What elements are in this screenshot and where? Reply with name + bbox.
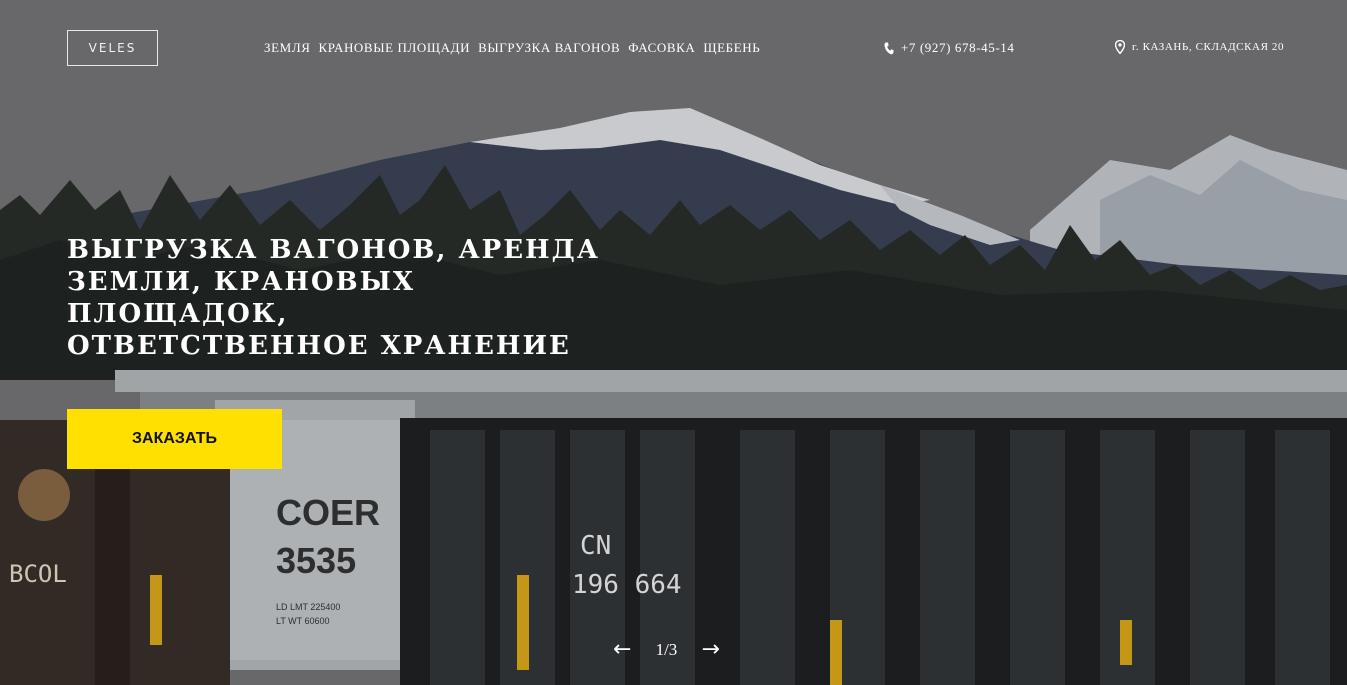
phone-number: +7 (927) 678-45-14 — [901, 40, 1015, 55]
arrow-right-icon[interactable]: → — [701, 638, 719, 662]
logo-text: VELES — [88, 41, 137, 55]
address-contact: г. КАЗАНЬ, СКЛАДСКАЯ 20 — [1115, 40, 1284, 54]
phone-icon — [884, 42, 894, 55]
car-marking-number: 3535 — [276, 540, 357, 581]
hero-headline: ВЫГРУЗКА ВАГОНОВ, АРЕНДА ЗЕМЛИ, КРАНОВЫХ… — [67, 234, 627, 362]
arrow-left-icon[interactable]: ← — [613, 638, 631, 662]
nav-item-wagon-unloading[interactable]: ВЫГРУЗКА ВАГОНОВ — [478, 40, 620, 56]
address-text: г. КАЗАНЬ, СКЛАДСКАЯ 20 — [1132, 41, 1285, 53]
phone-contact[interactable]: +7 (927) 678-45-14 — [884, 40, 1014, 56]
car-marking-load-limit: LD LMT 225400 — [276, 602, 341, 612]
car-marking-weight: LT WT 60600 — [276, 616, 330, 626]
headline-line-1: ВЫГРУЗКА ВАГОНОВ, АРЕНДА — [67, 235, 600, 265]
nav-item-crane-areas[interactable]: КРАНОВЫЕ ПЛОЩАДИ — [319, 40, 471, 56]
car-marking-bcol: BCOL — [9, 560, 67, 588]
map-pin-icon — [1115, 40, 1125, 54]
nav-item-gravel[interactable]: ЩЕБЕНЬ — [703, 40, 760, 56]
car-marking-coer: COER — [276, 492, 381, 533]
logo[interactable]: VELES — [67, 30, 158, 66]
car-marking-cn: CN — [580, 531, 612, 561]
slider-controls: ← 1/3 → — [613, 638, 720, 662]
headline-line-2: ЗЕМЛИ, КРАНОВЫХ ПЛОЩАДОК, — [67, 267, 415, 329]
slide-counter: 1/3 — [655, 640, 678, 659]
nav-item-land[interactable]: ЗЕМЛЯ — [264, 40, 311, 56]
headline-line-3: ОТВЕТСТВЕННОЕ ХРАНЕНИЕ — [67, 331, 571, 361]
order-button[interactable]: ЗАКАЗАТЬ — [67, 409, 282, 469]
nav-item-packing[interactable]: ФАСОВКА — [628, 40, 695, 56]
car-marking-serial: 196 664 — [572, 570, 682, 600]
main-nav: ЗЕМЛЯ КРАНОВЫЕ ПЛОЩАДИ ВЫГРУЗКА ВАГОНОВ … — [264, 40, 760, 56]
